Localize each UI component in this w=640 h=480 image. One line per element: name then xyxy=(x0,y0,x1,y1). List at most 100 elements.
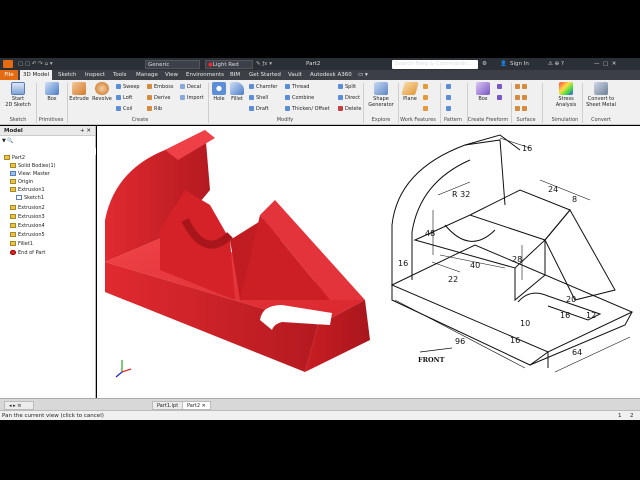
quick-access-icons[interactable]: ▢ ▢ ↶ ↷ ⌂ ▾ xyxy=(18,60,53,69)
tab-tools[interactable]: Tools xyxy=(110,70,130,80)
chamfer-button[interactable]: Chamfer xyxy=(249,84,278,90)
tab-file[interactable]: File xyxy=(0,70,18,80)
freeform-plane-button[interactable] xyxy=(497,84,504,90)
split-button[interactable]: Split xyxy=(338,84,356,90)
red-part-model[interactable] xyxy=(105,130,370,378)
material-dropdown[interactable]: Generic xyxy=(145,60,200,69)
surface-extend-button[interactable] xyxy=(515,106,529,112)
direct-label: Direct xyxy=(345,95,360,101)
decal-button[interactable]: Decal xyxy=(180,84,201,90)
decal-label: Decal xyxy=(187,84,202,90)
freeform-cylinder-button[interactable] xyxy=(497,95,504,101)
tree-item-solid-bodies[interactable]: Solid Bodies(1) xyxy=(10,163,56,170)
dim-8: 8 xyxy=(572,195,577,204)
browser-header: Model + ✕ xyxy=(0,126,95,136)
thread-button[interactable]: Thread xyxy=(285,84,309,90)
tree-item-origin[interactable]: Origin xyxy=(10,179,33,186)
tab-get-started[interactable]: Get Started xyxy=(246,70,284,80)
close-tab-icon[interactable]: ✕ xyxy=(202,403,206,409)
extrude-button[interactable]: Extrude xyxy=(68,82,90,102)
derive-button[interactable]: Derive xyxy=(147,95,170,101)
analysis-label: Analysis xyxy=(555,102,577,108)
coil-button[interactable]: Coil xyxy=(116,106,132,112)
a360-icon[interactable]: ⚙ xyxy=(482,60,487,69)
tab-sketch[interactable]: Sketch xyxy=(55,70,80,80)
tree-item-view-master[interactable]: View: Master xyxy=(10,171,50,178)
fillet-button[interactable]: Fillet xyxy=(228,82,246,102)
browser-menu-icon[interactable]: + ✕ xyxy=(80,126,91,136)
sweep-button[interactable]: Sweep xyxy=(116,84,140,90)
tree-item-extrusion1[interactable]: Extrusion1 xyxy=(10,187,45,194)
direct-button[interactable]: Direct xyxy=(338,95,360,101)
direct-icon xyxy=(338,95,343,100)
draft-button[interactable]: Draft xyxy=(249,106,269,112)
shell-button[interactable]: Shell xyxy=(249,95,268,101)
tree-item-part2[interactable]: Part2 xyxy=(4,155,25,162)
group-modify-label: Modify xyxy=(276,117,294,123)
rib-icon xyxy=(147,106,152,111)
delete-button[interactable]: Delete xyxy=(338,106,361,112)
fillet-label: Fillet xyxy=(231,96,243,102)
ucs-button[interactable] xyxy=(423,106,430,112)
convert-sheet-metal-button[interactable]: Convert to Sheet Metal xyxy=(584,82,618,108)
group-primitives-label: Primitives xyxy=(38,117,64,123)
tab-view[interactable]: View xyxy=(162,70,181,80)
tab-vault[interactable]: Vault xyxy=(285,70,305,80)
import-button[interactable]: Import xyxy=(180,95,204,101)
help-search-input[interactable]: Search Help & Commands... xyxy=(392,60,478,69)
tree-item-extrusion2[interactable]: Extrusion2 xyxy=(10,205,45,212)
sign-in-link[interactable]: Sign In xyxy=(510,60,529,69)
toolbar-extra-icons[interactable]: ✎ ƒx ▾ xyxy=(256,60,272,69)
surface-stitch-button[interactable] xyxy=(515,84,529,90)
tree-item-extrusion4[interactable]: Extrusion4 xyxy=(10,223,45,230)
loft-button[interactable]: Loft xyxy=(116,95,132,101)
tab-3d-model[interactable]: 3D Model xyxy=(20,70,52,80)
tree-item-extrusion3[interactable]: Extrusion3 xyxy=(10,214,45,221)
tree-label: Extrusion2 xyxy=(18,205,45,211)
freeform-box-button[interactable]: Box xyxy=(472,82,494,102)
emboss-button[interactable]: Emboss xyxy=(147,84,173,90)
window-controls[interactable]: — ▢ ✕ xyxy=(594,60,616,69)
tree-item-fillet1[interactable]: Fillet1 xyxy=(10,241,33,248)
filter-icon[interactable]: ▼ 🔍 xyxy=(2,138,14,145)
shape-generator-button[interactable]: Shape Generator xyxy=(366,82,396,108)
graphics-viewport[interactable]: 16 R 32 24 8 48 16 40 28 22 20 12 16 10 … xyxy=(97,126,640,398)
surface-sculpt-button[interactable] xyxy=(515,95,529,101)
group-surface-label: Surface xyxy=(516,117,536,123)
tab-nav-icons[interactable]: ◂ ▸ ≡ xyxy=(4,401,34,410)
tab-inspect[interactable]: Inspect xyxy=(82,70,108,80)
tree-item-extrusion5[interactable]: Extrusion5 xyxy=(10,232,45,239)
tab-autodesk-a360[interactable]: Autodesk A360 xyxy=(307,70,355,80)
tab-manage[interactable]: Manage xyxy=(133,70,161,80)
help-icon[interactable]: ⚠ ⊕ ? xyxy=(548,60,564,69)
doc-tab-part2[interactable]: Part2 ✕ xyxy=(182,401,211,410)
loft-label: Loft xyxy=(123,95,133,101)
thicken-offset-button[interactable]: Thicken/ Offset xyxy=(285,106,330,112)
appearance-dropdown[interactable]: ●Light Red xyxy=(205,60,253,69)
hole-button[interactable]: Hole xyxy=(210,82,228,102)
point-button[interactable] xyxy=(423,95,430,101)
plane-button[interactable]: Plane xyxy=(400,82,420,102)
stress-analysis-button[interactable]: Stress Analysis xyxy=(552,82,580,108)
axis-button[interactable] xyxy=(423,84,430,90)
tree-item-sketch1[interactable]: Sketch1 xyxy=(16,195,44,202)
start-2d-sketch-button[interactable]: Start 2D Sketch xyxy=(3,82,33,108)
box-primitive-button[interactable]: Box xyxy=(40,82,64,102)
revolve-button[interactable]: Revolve xyxy=(91,82,113,102)
tab-bim[interactable]: BIM xyxy=(227,70,243,80)
thicken-label: Thicken/ Offset xyxy=(292,106,330,112)
circular-pattern-button[interactable] xyxy=(446,95,453,101)
ribbon-panel: Start 2D Sketch Sketch Box Primitives Ex… xyxy=(0,80,640,125)
app-logo-icon[interactable] xyxy=(3,60,13,68)
tab-environments[interactable]: Environments xyxy=(183,70,227,80)
rib-button[interactable]: Rib xyxy=(147,106,162,112)
tree-item-end-of-part[interactable]: End of Part xyxy=(10,250,45,257)
ribbon-options-icon[interactable]: ▭ ▾ xyxy=(355,70,371,80)
rectangular-pattern-button[interactable] xyxy=(446,84,453,90)
dim-16-mid: 16 xyxy=(560,311,570,320)
doc-tab-part1[interactable]: Part1.ipt xyxy=(152,401,184,410)
combine-button[interactable]: Combine xyxy=(285,95,314,101)
freeform-plane-icon xyxy=(497,84,502,89)
middle-side-outline xyxy=(514,240,546,302)
mirror-button[interactable] xyxy=(446,106,453,112)
